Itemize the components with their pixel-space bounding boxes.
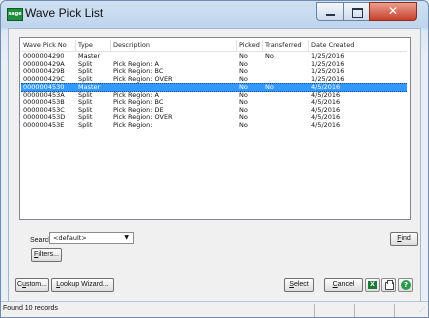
sage-app-icon: sage	[7, 8, 23, 21]
status-text: Found 10 records	[3, 305, 58, 312]
select-button-label: elect	[293, 281, 309, 288]
printer-icon	[385, 280, 394, 290]
status-bar: Found 10 records ⋰	[1, 301, 428, 317]
cancel-button[interactable]: Cancel	[324, 278, 363, 292]
custom-button[interactable]: Custom...	[15, 278, 49, 292]
title-bar[interactable]: sage Wave Pick List ✕	[1, 1, 428, 28]
column-header-label: Wave Pick No	[23, 41, 67, 49]
print-button[interactable]	[381, 278, 396, 292]
select-button[interactable]: Select	[284, 278, 314, 292]
cell-type: Split	[78, 74, 93, 83]
wave-pick-list-window: sage Wave Pick List ✕ ︿ Wave Pick No Typ…	[0, 0, 429, 318]
help-icon: ?	[401, 280, 411, 290]
sort-indicator-icon: ︿	[33, 40, 40, 47]
minimize-button[interactable]	[316, 2, 344, 21]
cell-type: Master	[78, 83, 101, 91]
list-body: 0000004290 Master No No 1/25/2016 000000429A S…	[21, 52, 407, 130]
cell-description: Pick Region:	[113, 120, 153, 129]
cell-picked: No	[239, 120, 248, 129]
column-header-description[interactable]: Description	[111, 40, 237, 51]
column-header-date-created[interactable]: Date Created	[309, 40, 407, 51]
column-header-transferred[interactable]: Transferred	[263, 40, 309, 51]
cell-date-created: 1/25/2016	[311, 74, 345, 83]
maximize-button[interactable]	[343, 2, 370, 21]
cell-description: Pick Region: OVER	[113, 74, 173, 83]
cell-transferred: No	[265, 52, 274, 60]
lookup-wizard-button[interactable]: Lookup Wizard...	[51, 278, 114, 292]
cell-picked: No	[239, 74, 248, 83]
wave-pick-list[interactable]: ︿ Wave Pick No Type Description Picked T…	[19, 37, 411, 220]
cell-transferred: No	[265, 83, 274, 91]
cell-wave-pick-no: 0000004530	[23, 83, 65, 91]
cell-picked: No	[239, 83, 248, 91]
export-excel-button[interactable]: X	[365, 278, 380, 292]
cell-wave-pick-no: 000000429C	[23, 74, 65, 83]
cell-date-created: 4/5/2016	[311, 120, 341, 129]
cancel-button-label: ancel	[337, 281, 355, 288]
window-title: Wave Pick List	[25, 6, 104, 20]
status-divider	[354, 304, 355, 317]
list-header: ︿ Wave Pick No Type Description Picked T…	[21, 40, 407, 52]
search-selected-value: <default>	[53, 234, 87, 242]
resize-grip-icon[interactable]: ⋰	[419, 307, 427, 316]
cell-type: Split	[78, 120, 93, 129]
dialog-body: ︿ Wave Pick No Type Description Picked T…	[8, 28, 421, 312]
search-dropdown[interactable]: <default> ▼	[49, 232, 134, 244]
column-header-picked[interactable]: Picked	[237, 40, 263, 51]
filters-button-label: ilters...	[38, 251, 59, 258]
status-divider	[394, 304, 395, 317]
help-button[interactable]: ?	[398, 278, 413, 292]
close-icon: ✕	[387, 4, 399, 18]
lookup-button-label: ookup Wizard...	[60, 281, 109, 288]
filters-button[interactable]: Filters...	[31, 248, 62, 262]
list-row[interactable]: 000000453E Split Pick Region: No 4/5/2016	[21, 120, 407, 130]
list-row[interactable]: 000000429C Split Pick Region: OVER No 1/25/2…	[21, 74, 407, 84]
find-button-label: ind	[401, 235, 411, 242]
close-button[interactable]: ✕	[369, 2, 417, 21]
dropdown-arrow-icon: ▼	[124, 234, 129, 241]
cell-wave-pick-no: 000000453E	[23, 120, 65, 129]
column-header-type[interactable]: Type	[76, 40, 111, 51]
find-button[interactable]: Find	[390, 232, 418, 246]
status-divider	[314, 304, 315, 317]
excel-icon: X	[368, 281, 377, 289]
column-header-wave-pick-no[interactable]: ︿ Wave Pick No	[21, 40, 76, 51]
custom-button-label-end: stom...	[25, 281, 47, 288]
cell-date-created: 4/5/2016	[311, 83, 341, 91]
